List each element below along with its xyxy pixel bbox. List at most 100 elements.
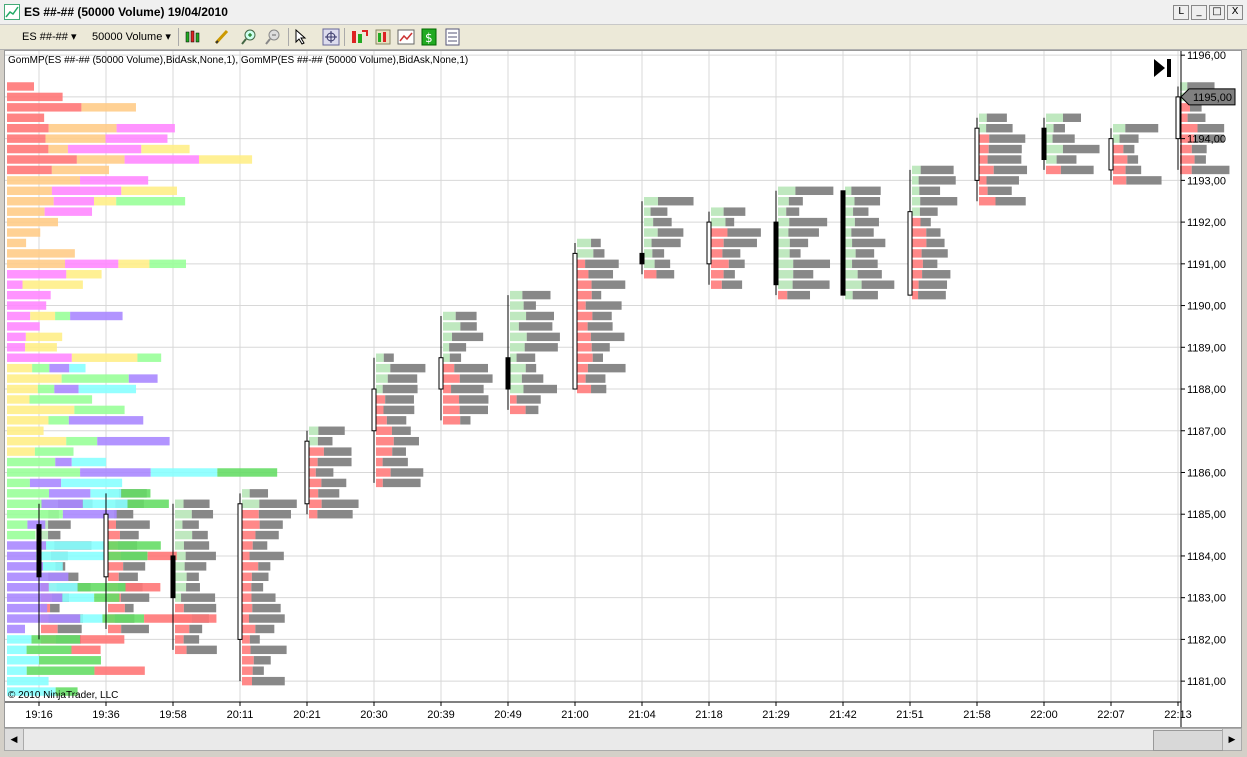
session-profile-bar [7, 645, 27, 655]
profile-ask-bar [1127, 155, 1139, 164]
x-tick-label: 20:49 [494, 709, 522, 721]
session-profile-bar [7, 134, 46, 143]
profile-ask-bar [788, 228, 819, 237]
profile-bid-bar [175, 645, 187, 655]
link-button[interactable]: L [1173, 5, 1189, 20]
profile-bid-bar [309, 499, 322, 508]
candle-body [974, 127, 980, 181]
profile-bid-bar [376, 374, 388, 383]
profile-bid-bar [979, 134, 990, 143]
profile-ask-bar [451, 384, 484, 394]
profile-bid-bar [242, 635, 250, 644]
candle-body [505, 357, 511, 390]
profile-bid-bar [845, 217, 855, 227]
session-profile-bar [141, 144, 190, 154]
profile-bid-bar [376, 416, 387, 425]
session-profile-bar [7, 92, 63, 102]
profile-ask-bar [587, 363, 626, 373]
profile-ask-bar [459, 395, 489, 404]
profile-bid-bar [778, 217, 790, 227]
profile-ask-bar [1194, 155, 1206, 164]
candle-body [36, 524, 42, 578]
period-selector[interactable]: 50000 Volume ▾ [92, 28, 171, 46]
profile-bid-bar [845, 238, 853, 248]
minimize-button[interactable]: _ [1191, 5, 1207, 20]
x-tick-label: 21:51 [896, 709, 924, 721]
profile-ask-bar [590, 332, 625, 342]
x-tick-label: 21:00 [561, 709, 589, 721]
profile-bid-bar [912, 176, 919, 185]
session-profile-bar [36, 551, 105, 561]
strategies-icon[interactable] [374, 28, 392, 46]
profile-bid-bar [845, 197, 855, 206]
data-box-icon[interactable] [444, 28, 462, 46]
profile-ask-bar [789, 217, 828, 227]
maximize-button[interactable]: □ [1209, 5, 1225, 20]
profile-bid-bar [979, 165, 994, 175]
indicators-icon[interactable] [350, 28, 368, 46]
scroll-right-icon[interactable]: ▶ [1222, 729, 1241, 750]
profile-bid-bar [912, 270, 923, 279]
profile-bid-bar [778, 238, 790, 248]
profile-bid-bar [1180, 144, 1192, 154]
chart-panel[interactable]: 1181,00 1182,00 1183,00 1184,00 1185,00 1186,… [4, 50, 1242, 728]
profile-bid-bar [912, 197, 921, 206]
profile-ask-bar [792, 280, 830, 289]
session-profile-bar [7, 259, 66, 269]
profile-bid-bar [912, 228, 927, 237]
profile-bid-bar [577, 343, 592, 352]
zoom-in-icon[interactable] [240, 28, 258, 46]
profile-ask-bar [658, 197, 694, 206]
scroll-thumb[interactable] [1153, 730, 1223, 751]
session-profile-bar [128, 374, 158, 383]
profile-ask-bar [585, 301, 622, 310]
profile-ask-bar [449, 343, 467, 352]
profile-bid-bar [376, 457, 383, 467]
instrument-selector[interactable]: ES ##-## ▾ [22, 28, 76, 46]
profile-bid-bar [175, 530, 193, 540]
profile-ask-bar [918, 290, 946, 300]
bar-style-icon[interactable] [184, 28, 202, 46]
profile-bid-bar [577, 322, 588, 331]
session-profile-bar [7, 635, 32, 644]
profile-bid-bar [1046, 134, 1053, 143]
session-profile-bar [61, 374, 129, 383]
close-button[interactable]: X [1227, 5, 1243, 20]
profile-bid-bar [778, 228, 789, 237]
session-profile-bar [7, 603, 48, 613]
profile-ask-bar [523, 384, 557, 394]
session-profile-bar [7, 144, 49, 154]
profile-ask-bar [186, 583, 200, 592]
session-profile-bar [77, 583, 126, 592]
profile-bid-bar [175, 593, 182, 602]
session-profile-bar [7, 468, 81, 477]
pencil-draw-icon[interactable] [213, 28, 231, 46]
profile-ask-bar [186, 572, 199, 582]
profile-bid-bar [711, 270, 724, 279]
goto-end-icon[interactable] [1150, 57, 1174, 79]
scroll-left-icon[interactable]: ◀ [5, 729, 24, 750]
session-profile-bar [45, 134, 106, 143]
horizontal-scrollbar[interactable]: ◀ ▶ [4, 728, 1242, 751]
profile-bid-bar [443, 405, 460, 415]
price-chart[interactable]: 1181,00 1182,00 1183,00 1184,00 1185,00 1186,… [5, 51, 1241, 727]
profile-bid-bar [577, 249, 594, 258]
profile-bid-bar [577, 301, 586, 310]
session-profile-bar [124, 155, 199, 164]
profile-ask-bar [986, 176, 1019, 185]
x-tick-label: 19:16 [25, 709, 53, 721]
profile-ask-bar [455, 311, 477, 321]
profile-bid-bar [443, 332, 453, 342]
profile-ask-bar [591, 238, 601, 248]
zoom-out-icon[interactable] [264, 28, 282, 46]
profile-bid-bar [1046, 123, 1054, 133]
chart-properties-icon[interactable] [397, 28, 415, 46]
profile-bid-bar [108, 572, 119, 582]
pointer-icon[interactable] [293, 28, 311, 46]
crosshair-icon[interactable] [322, 28, 340, 46]
trade-icon[interactable]: $ [420, 28, 438, 46]
profile-bid-bar [979, 197, 996, 206]
session-profile-bar [127, 499, 169, 508]
profile-ask-bar [1123, 144, 1135, 154]
profile-ask-bar [183, 603, 217, 613]
